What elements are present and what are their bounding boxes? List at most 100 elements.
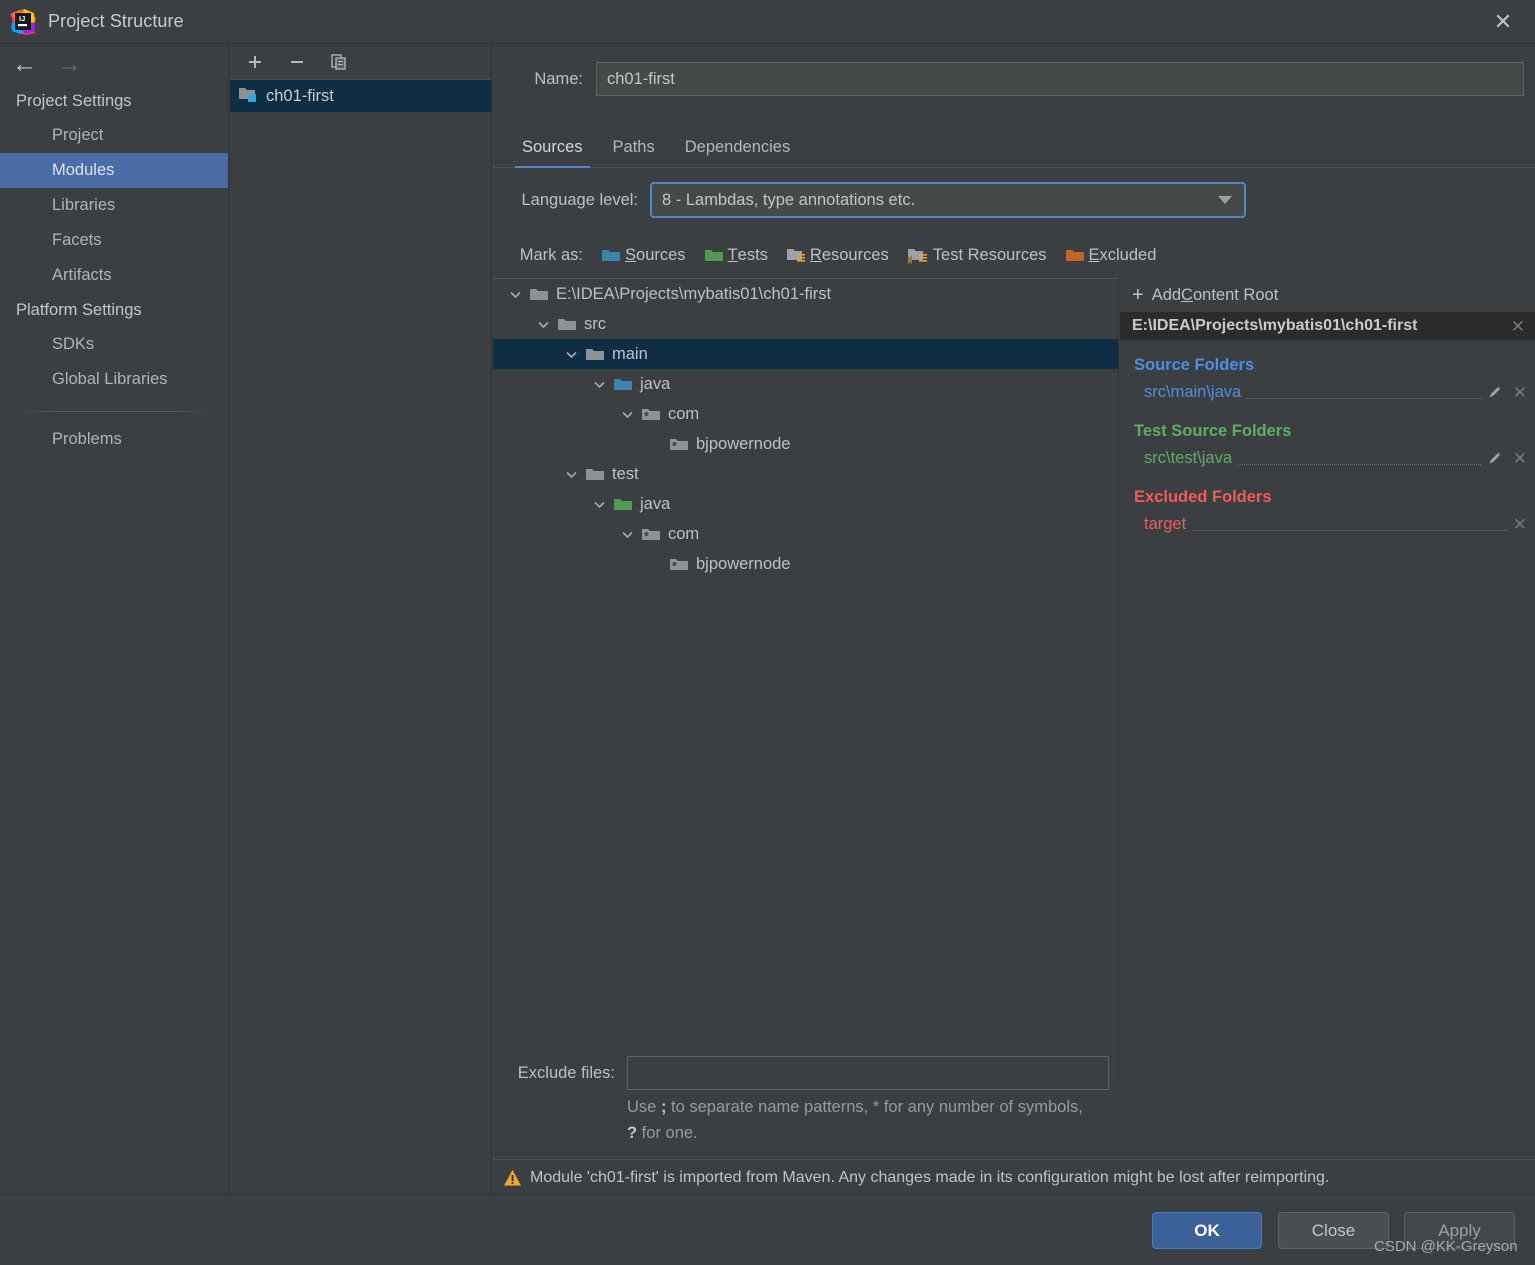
dotted-leader bbox=[1192, 530, 1507, 531]
tree-row[interactable]: bjpowernode bbox=[493, 549, 1118, 579]
content-root-header[interactable]: E:\IDEA\Projects\mybatis01\ch01-first ✕ bbox=[1120, 312, 1535, 340]
test-source-folder-row[interactable]: src\test\java ✕ bbox=[1120, 444, 1535, 472]
intellij-idea-icon: IJ bbox=[10, 8, 36, 35]
folder-resources-icon bbox=[786, 247, 806, 264]
sidebar-item-modules[interactable]: Modules bbox=[0, 153, 228, 188]
chevron-down-icon[interactable] bbox=[619, 406, 635, 422]
tree-row[interactable]: test bbox=[493, 459, 1118, 489]
folder-test-resources-icon bbox=[907, 247, 929, 264]
copy-module-icon[interactable] bbox=[328, 51, 350, 73]
close-icon[interactable]: ✕ bbox=[1471, 0, 1535, 43]
test-source-folder-path: src\test\java bbox=[1144, 448, 1233, 467]
chevron-down-icon[interactable] bbox=[563, 346, 579, 362]
add-content-root-button[interactable]: + Add Content Root bbox=[1120, 278, 1535, 312]
dotted-leader bbox=[1247, 398, 1481, 399]
tab-paths[interactable]: Paths bbox=[598, 138, 670, 167]
mark-as-sources-button[interactable]: Sources bbox=[601, 246, 686, 265]
chevron-down-icon[interactable] bbox=[591, 376, 607, 392]
mark-as-label: Mark as: bbox=[519, 245, 583, 264]
folder-grey-icon bbox=[557, 316, 577, 333]
ok-button[interactable]: OK bbox=[1152, 1212, 1262, 1249]
window-title: Project Structure bbox=[48, 11, 184, 31]
folder-blue-icon bbox=[613, 376, 633, 393]
tree-row[interactable]: main bbox=[493, 339, 1118, 369]
sidebar-item-project[interactable]: Project bbox=[0, 118, 228, 153]
mark-as-tests-button[interactable]: Tests bbox=[704, 246, 768, 265]
folder-green-icon bbox=[613, 496, 633, 513]
mark-as-tests-label: ests bbox=[737, 245, 768, 264]
tab-dependencies[interactable]: Dependencies bbox=[670, 138, 806, 167]
folder-package-icon bbox=[669, 436, 689, 453]
tree-row[interactable]: java bbox=[493, 489, 1118, 519]
excluded-folders-title: Excluded Folders bbox=[1134, 488, 1272, 506]
tree-row[interactable]: bjpowernode bbox=[493, 429, 1118, 459]
chevron-down-icon[interactable] bbox=[619, 526, 635, 542]
modules-list-panel: ch01-first bbox=[230, 44, 492, 1194]
remove-source-folder-icon[interactable]: ✕ bbox=[1513, 384, 1527, 401]
edit-pencil-icon[interactable] bbox=[1487, 450, 1503, 466]
mark-as-test-resources-button[interactable]: Test Resources bbox=[907, 246, 1047, 265]
remove-content-root-icon[interactable]: ✕ bbox=[1511, 318, 1525, 335]
tree-row[interactable]: java bbox=[493, 369, 1118, 399]
exclude-files-input[interactable] bbox=[627, 1056, 1109, 1090]
chevron-down-icon[interactable] bbox=[591, 496, 607, 512]
content-root-path: E:\IDEA\Projects\mybatis01\ch01-first bbox=[1132, 317, 1418, 334]
back-arrow-icon[interactable]: ← bbox=[12, 51, 37, 77]
svg-text:IJ: IJ bbox=[19, 14, 25, 23]
mark-as-excluded-button[interactable]: Excluded bbox=[1065, 245, 1157, 265]
sidebar-item-artifacts[interactable]: Artifacts bbox=[0, 258, 228, 293]
mark-as-test-resources-label: Test Resources bbox=[932, 245, 1047, 264]
content-roots-tree[interactable]: E:\IDEA\Projects\mybatis01\ch01-first sr… bbox=[493, 278, 1119, 1083]
mark-as-resources-button[interactable]: Resources bbox=[786, 246, 889, 265]
sidebar-item-problems[interactable]: Problems bbox=[0, 422, 228, 457]
source-folder-row[interactable]: src\main\java ✕ bbox=[1120, 378, 1535, 406]
exclude-hint-part1: Use bbox=[627, 1098, 661, 1116]
tree-row[interactable]: src bbox=[493, 309, 1118, 339]
sidebar-item-facets[interactable]: Facets bbox=[0, 223, 228, 258]
sidebar-item-libraries[interactable]: Libraries bbox=[0, 188, 228, 223]
dialog-footer: OK Close Apply bbox=[0, 1194, 1535, 1265]
tree-row-label: com bbox=[668, 404, 700, 423]
module-name-input[interactable]: ch01-first bbox=[596, 62, 1524, 96]
tab-sources[interactable]: Sources bbox=[507, 138, 598, 168]
forward-arrow-icon[interactable]: → bbox=[57, 51, 82, 77]
folder-package-icon bbox=[641, 406, 661, 423]
folder-grey-icon bbox=[585, 466, 605, 483]
mark-as-excluded-mnemonic: E bbox=[1088, 245, 1100, 264]
tree-row-label: java bbox=[640, 374, 671, 393]
language-level-row: Language level: 8 - Lambdas, type annota… bbox=[493, 178, 1535, 222]
excluded-folder-row[interactable]: target ✕ bbox=[1120, 510, 1535, 538]
module-list-item-ch01-first[interactable]: ch01-first bbox=[230, 80, 491, 112]
add-module-icon[interactable] bbox=[244, 51, 266, 73]
source-folders-title: Source Folders bbox=[1134, 356, 1255, 374]
remove-module-icon[interactable] bbox=[286, 51, 308, 73]
tree-row[interactable]: com bbox=[493, 399, 1118, 429]
watermark: CSDN @KK-Greyson bbox=[1374, 1238, 1518, 1255]
remove-excluded-folder-icon[interactable]: ✕ bbox=[1513, 516, 1527, 533]
sidebar-item-sdks[interactable]: SDKs bbox=[0, 327, 228, 362]
tree-row-label: bjpowernode bbox=[696, 434, 791, 453]
chevron-down-icon[interactable] bbox=[507, 286, 523, 302]
tree-row-label: java bbox=[640, 494, 671, 513]
exclude-hint-part2: to separate name patterns, * for any num… bbox=[666, 1098, 1083, 1116]
folder-blue-icon bbox=[601, 247, 621, 264]
close-button[interactable]: Close bbox=[1278, 1212, 1389, 1249]
folder-package-icon bbox=[669, 556, 689, 573]
tree-row-label: bjpowernode bbox=[696, 554, 791, 573]
modules-toolbar bbox=[230, 44, 491, 80]
warning-triangle-icon bbox=[503, 1169, 522, 1187]
tree-row[interactable]: com bbox=[493, 519, 1118, 549]
edit-pencil-icon[interactable] bbox=[1487, 384, 1503, 400]
sidebar-item-global-libraries[interactable]: Global Libraries bbox=[0, 362, 228, 397]
mark-as-excluded-label: xcluded bbox=[1099, 245, 1157, 264]
folder-orange-icon bbox=[1065, 247, 1085, 264]
source-folder-path: src\main\java bbox=[1144, 382, 1242, 401]
add-content-root-mnemonic: C bbox=[1181, 285, 1193, 304]
folder-grey-icon bbox=[585, 346, 605, 363]
maven-import-warning: Module 'ch01-first' is imported from Mav… bbox=[493, 1159, 1535, 1195]
chevron-down-icon[interactable] bbox=[563, 466, 579, 482]
language-level-select[interactable]: 8 - Lambdas, type annotations etc. bbox=[650, 182, 1246, 218]
tree-row[interactable]: E:\IDEA\Projects\mybatis01\ch01-first bbox=[493, 279, 1118, 309]
chevron-down-icon[interactable] bbox=[535, 316, 551, 332]
remove-test-source-folder-icon[interactable]: ✕ bbox=[1513, 450, 1527, 467]
